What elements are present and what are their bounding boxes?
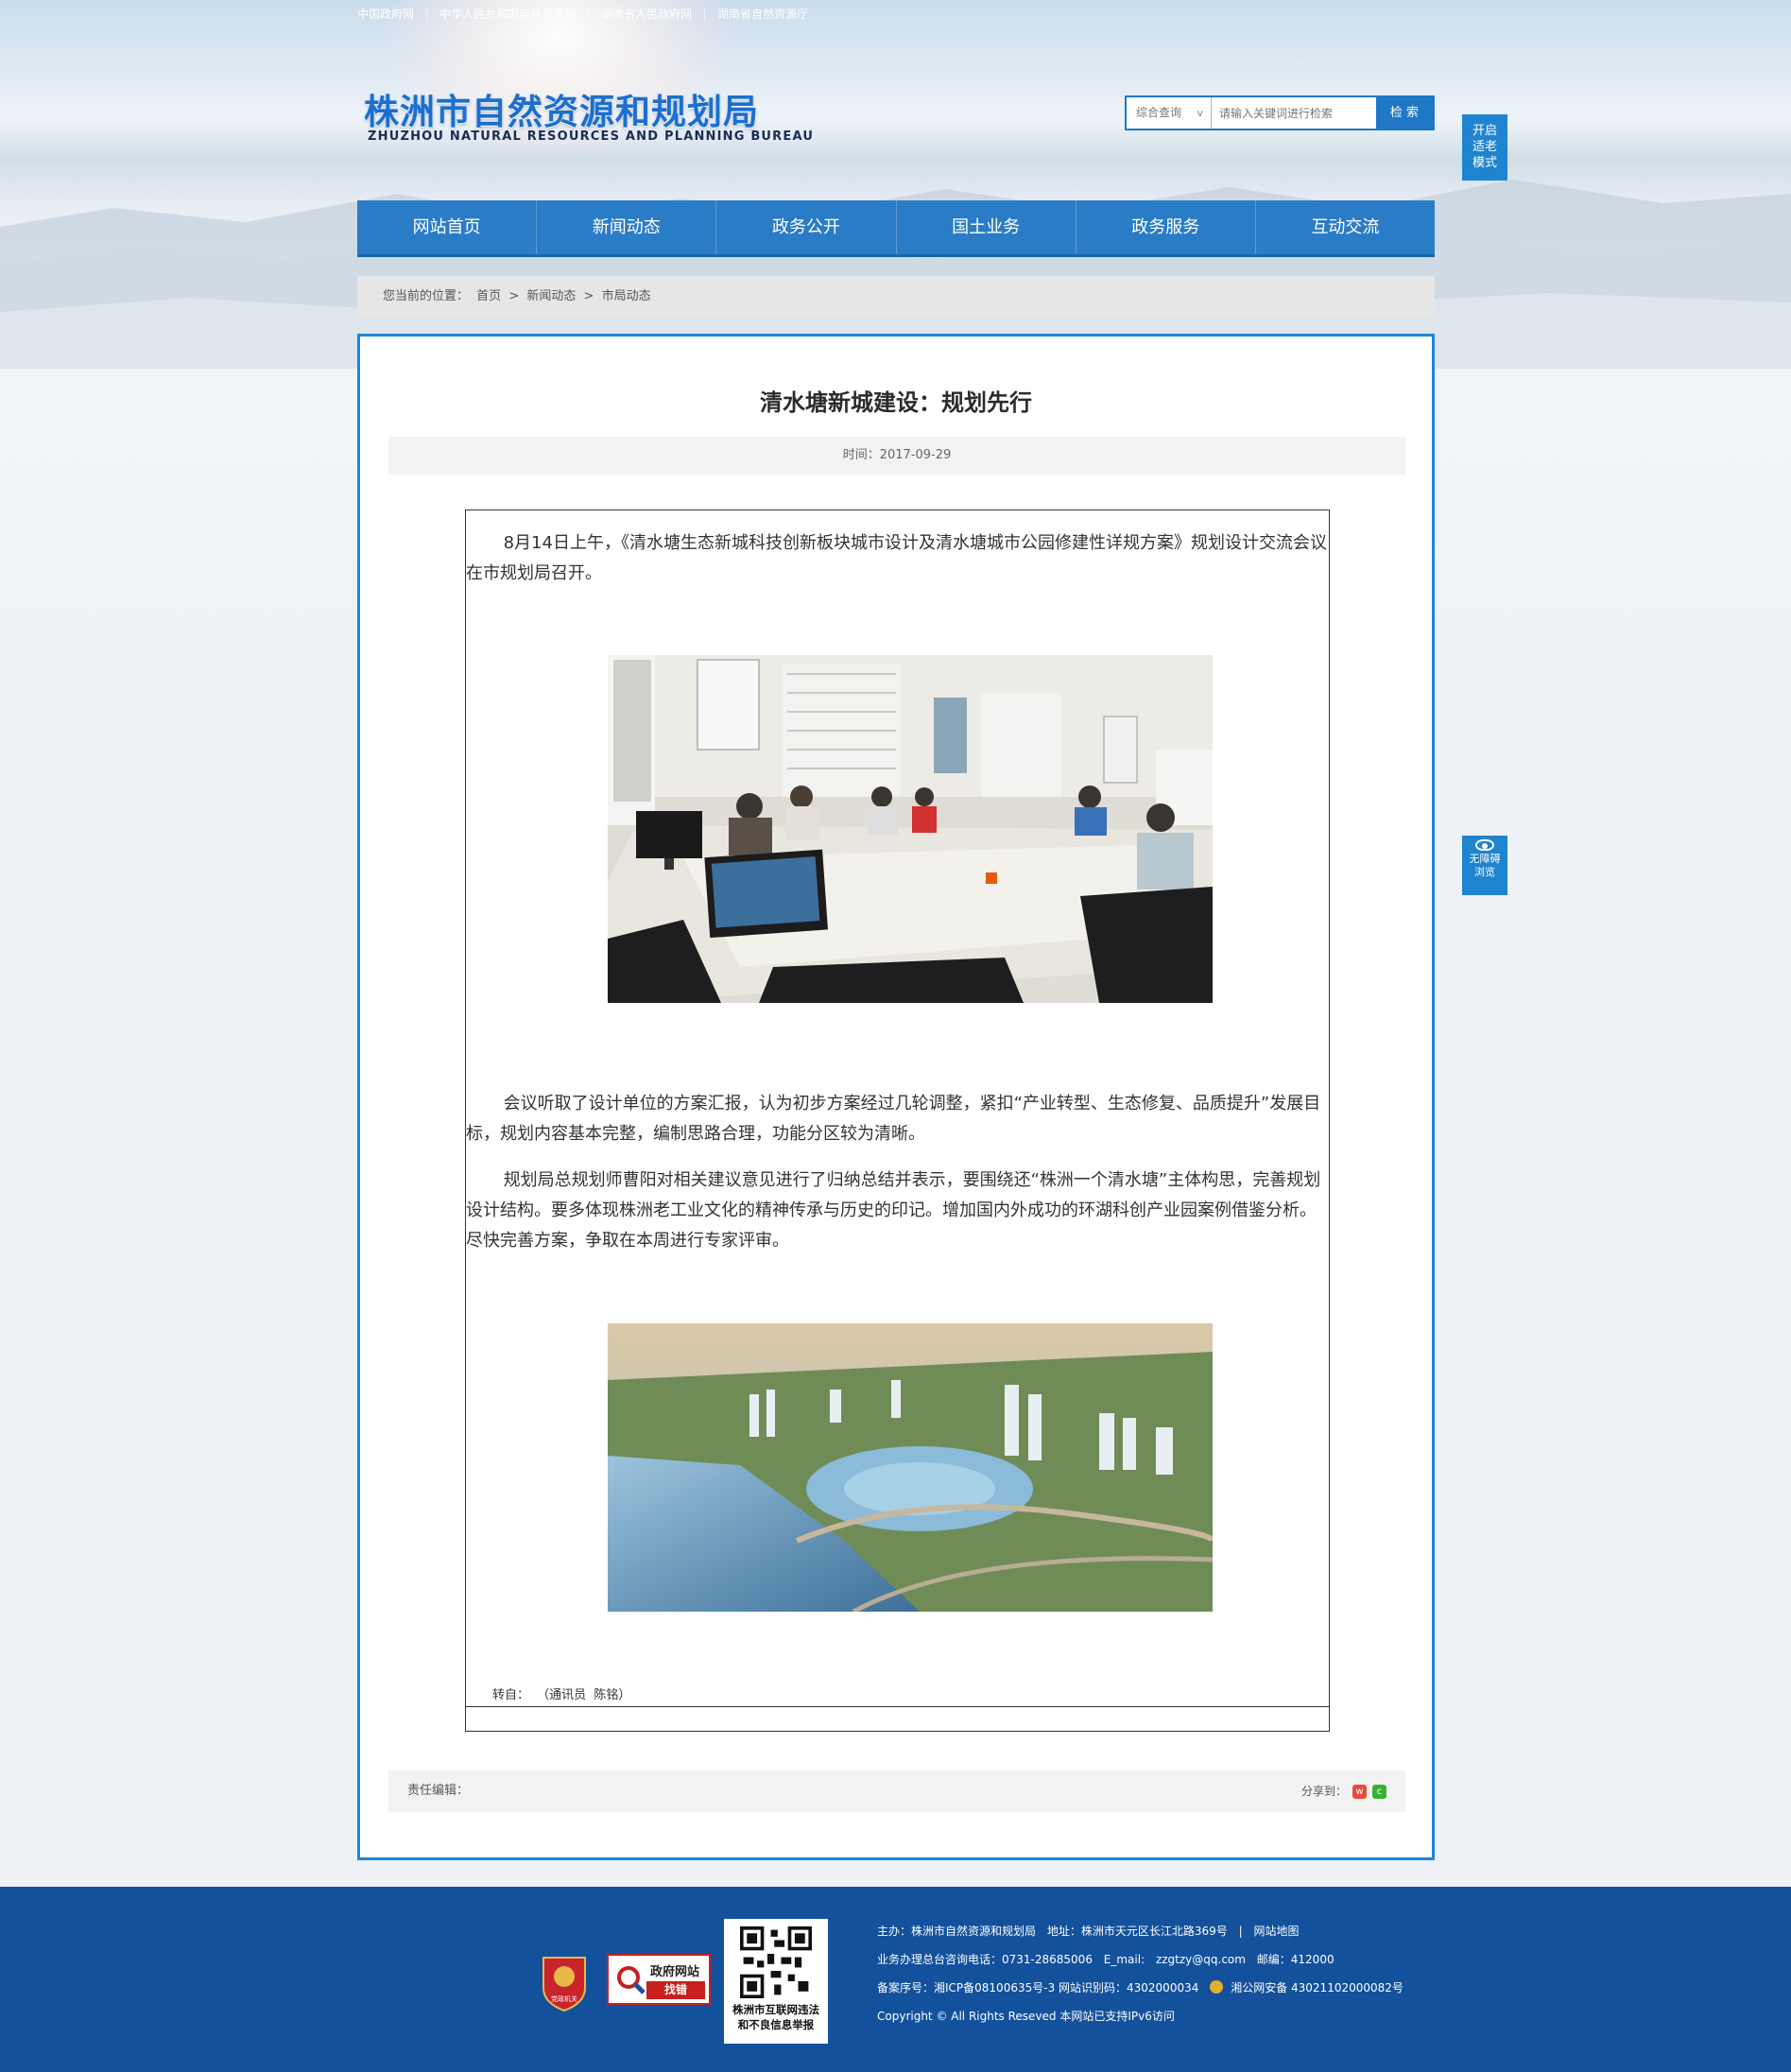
nav-item-services[interactable]: 政务服务 (1075, 200, 1255, 254)
weibo-share-icon[interactable]: w (1352, 1784, 1367, 1799)
nav-item-interaction[interactable]: 互动交流 (1254, 200, 1435, 254)
top-link[interactable]: 中国政府网 (357, 8, 426, 21)
nav-item-land[interactable]: 国土业务 (895, 200, 1076, 254)
breadcrumb-home[interactable]: 首页 (476, 289, 501, 303)
article-container: 清水塘新城建设：规划先行 时间：2017-09-29 8月14日上午，《清水塘生… (357, 334, 1435, 1860)
badge1-text: 党政机关 (551, 1994, 577, 2003)
wechat-share-icon[interactable]: c (1372, 1784, 1386, 1799)
article-body: 8月14日上午，《清水塘生态新城科技创新板块城市设计及清水塘城市公园修建性详规方… (465, 509, 1330, 1732)
magnifier-icon (617, 1966, 646, 1994)
top-link[interactable]: 湖南省自然资源厅 (704, 8, 820, 21)
search-type-select[interactable]: 综合查询 v (1127, 97, 1212, 129)
search-button[interactable]: 检 索 (1376, 97, 1433, 129)
footer-phone: 业务办理总台咨询电话：0731-28685006 (877, 1953, 1093, 1966)
nav-item-news[interactable]: 新闻动态 (536, 200, 715, 254)
footer-line-record: 备案序号：湘ICP备08100635号-3 网站识别码：4302000034 湘… (877, 1974, 1411, 2002)
article-title: 清水塘新城建设：规划先行 (760, 389, 1032, 416)
sitemap-link[interactable]: 网站地图 (1253, 1925, 1299, 1938)
qr-caption: 株洲市互联网违法 和不良信息举报 (724, 2002, 828, 2032)
share-box: 分享到： w c (1301, 1770, 1386, 1812)
breadcrumb: 您当前的位置： 首页 > 新闻动态 > 市局动态 (357, 276, 1435, 318)
search-bar: 综合查询 v 检 索 (1125, 95, 1435, 130)
qr-caption-line: 株洲市互联网违法 (732, 2003, 819, 2016)
elderly-mode-label: 适老 (1472, 140, 1497, 154)
editor-bar: 责任编辑： 分享到： w c (388, 1770, 1405, 1812)
article-paragraph: 会议听取了设计单位的方案汇报，认为初步方案经过几轮调整，紧扣“产业转型、生态修复… (466, 1094, 1321, 1144)
qr-code-icon (740, 1926, 812, 1998)
breadcrumb-news[interactable]: 新闻动态 (526, 289, 576, 303)
article-date: 时间：2017-09-29 (388, 437, 1405, 475)
footer-email[interactable]: zzgtzy@qq.com (1156, 1953, 1246, 1966)
chevron-down-icon: v (1197, 107, 1203, 119)
site-logo-title[interactable]: 株洲市自然资源和规划局 (364, 83, 759, 134)
accessible-browse-button[interactable]: 无障碍 浏览 (1462, 836, 1507, 895)
eye-icon (1475, 839, 1494, 851)
article-source: 转自： （通讯员 陈铭） (492, 1684, 634, 1702)
website-error-report-badge[interactable]: 政府网站 找错 (607, 1954, 711, 2005)
source-author: 陈铭） (594, 1688, 631, 1702)
breadcrumb-separator: > (508, 289, 520, 303)
elderly-mode-label: 模式 (1472, 156, 1497, 170)
footer-copyright: Copyright © All Rights Reseved 本网站已支持IPv… (877, 2010, 1175, 2023)
footer-line-contact: 业务办理总台咨询电话：0731-28685006 E_mail: zzgtzy@… (877, 1945, 1411, 1974)
footer-police-record[interactable]: 湘公网安备 43021102000082号 (1231, 1981, 1404, 1994)
breadcrumb-current[interactable]: 市局动态 (602, 289, 651, 303)
meeting-photo (608, 655, 1213, 1003)
footer-info: 主办：株洲市自然资源和规划局 地址：株洲市天元区长江北路369号 | 网站地图 … (877, 1917, 1411, 2030)
accessible-label: 浏览 (1474, 866, 1495, 878)
main-nav: 网站首页 新闻动态 政务公开 国土业务 政务服务 互动交流 (357, 200, 1435, 257)
police-badge-icon (1210, 1979, 1224, 1994)
breadcrumb-separator: > (583, 289, 594, 303)
search-type-value: 综合查询 (1136, 106, 1182, 119)
share-label: 分享到： (1300, 1785, 1347, 1798)
elderly-mode-button[interactable]: 开启 适老 模式 (1462, 114, 1507, 181)
planning-rendering-image (608, 1323, 1213, 1612)
search-input[interactable] (1212, 97, 1376, 129)
footer-host: 主办：株洲市自然资源和规划局 (877, 1925, 1037, 1938)
accessible-label: 无障碍 (1469, 853, 1501, 865)
party-government-badge[interactable]: 党政机关 (540, 1952, 589, 2012)
top-link[interactable]: 中华人民共和国自然资源部 (426, 8, 588, 21)
divider (466, 1706, 1329, 1707)
top-links: 中国政府网 中华人民共和国自然资源部 湖南省人民政府网 湖南省自然资源厅 (357, 8, 820, 21)
footer-address: 地址：株洲市天元区长江北路369号 (1046, 1925, 1228, 1938)
footer-postcode: 邮编：412000 (1256, 1953, 1335, 1966)
site-logo-subtitle: ZHUZHOU NATURAL RESOURCES AND PLANNING B… (368, 130, 815, 144)
qr-caption-line: 和不良信息举报 (737, 2018, 815, 2031)
editor-label: 责任编辑： (407, 1784, 470, 1798)
breadcrumb-label: 您当前的位置： (383, 289, 470, 303)
badge2-subtitle: 找错 (646, 1981, 705, 1999)
nav-item-home[interactable]: 网站首页 (357, 200, 536, 254)
nav-item-government[interactable]: 政务公开 (715, 200, 895, 254)
source-author: （通讯员 (537, 1688, 587, 1702)
article-paragraph: 8月14日上午，《清水塘生态新城科技创新板块城市设计及清水塘城市公园修建性详规方… (466, 533, 1327, 583)
footer-email-label: E_mail: (1103, 1953, 1145, 1966)
footer-icp[interactable]: 备案序号：湘ICP备08100635号-3 网站识别码：4302000034 (877, 1981, 1198, 1994)
footer-separator: | (1238, 1925, 1243, 1938)
report-qr-card[interactable]: 株洲市互联网违法 和不良信息举报 (724, 1919, 828, 2044)
article-paragraph: 规划局总规划师曹阳对相关建议意见进行了归纳总结并表示，要围绕还“株洲一个清水塘”… (466, 1170, 1321, 1251)
badge2-title: 政府网站 (650, 1965, 700, 1979)
source-label: 转自： (492, 1688, 530, 1702)
top-link[interactable]: 湖南省人民政府网 (588, 8, 704, 21)
elderly-mode-label: 开启 (1472, 124, 1497, 138)
footer: 党政机关 政府网站 找错 株洲市互联网违法 和不良信息举报 主办：株洲市自然资源… (0, 1887, 1791, 2072)
footer-line-host: 主办：株洲市自然资源和规划局 地址：株洲市天元区长江北路369号 | 网站地图 (877, 1917, 1411, 1945)
